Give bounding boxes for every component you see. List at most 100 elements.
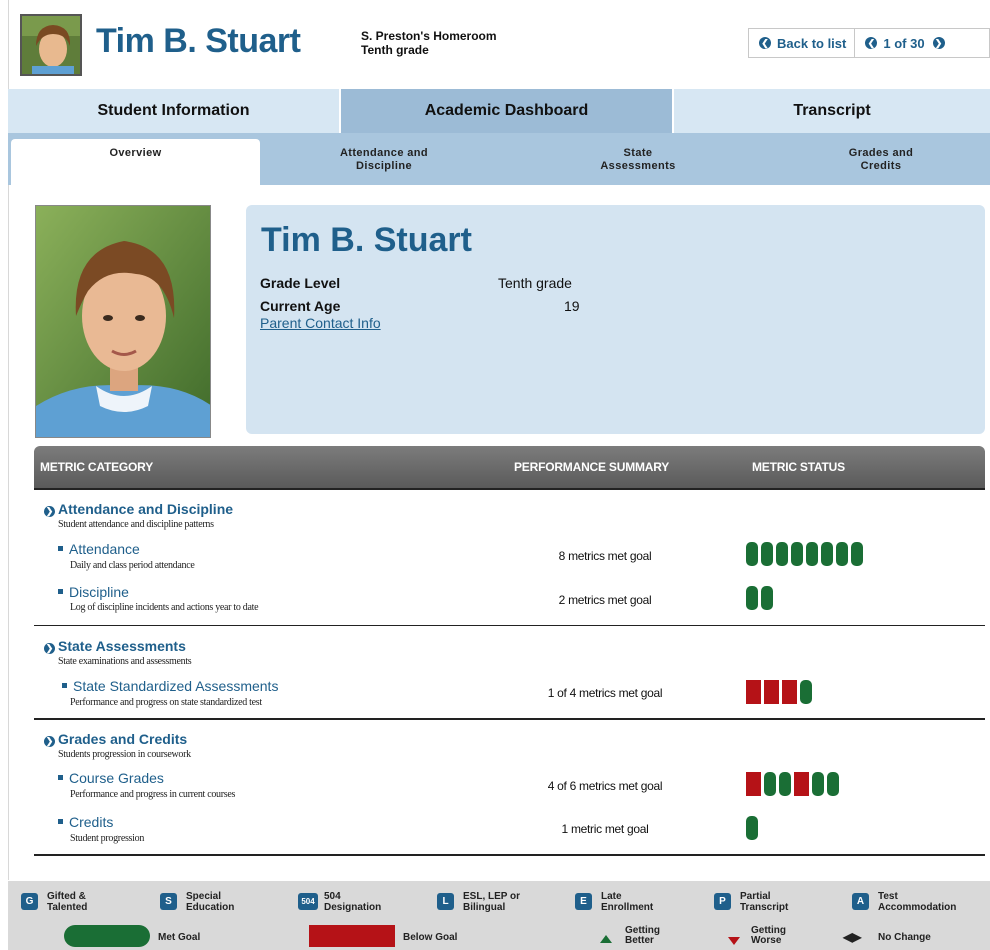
status-met (806, 542, 818, 566)
status-met (761, 586, 773, 610)
previous-record-icon[interactable]: ❮ (865, 37, 878, 49)
legend-line1: Partial (740, 891, 771, 902)
metric-summary: 2 metrics met goal (558, 593, 652, 607)
subtab-label-line2: Credits (860, 160, 902, 172)
legend-line1: ESL, LEP or (463, 891, 521, 902)
status-met (812, 772, 824, 796)
current-age-value: 19 (564, 298, 580, 314)
getting-better-label: Getting Better (625, 926, 660, 948)
grade-label: Tenth grade (361, 43, 429, 57)
main-tabs: Student Information Academic Dashboard T… (8, 89, 990, 133)
badge-l: L (437, 893, 454, 910)
next-record-icon[interactable]: ❯ (932, 37, 945, 49)
tab-academic-dashboard[interactable]: Academic Dashboard (341, 89, 674, 133)
status-met (791, 542, 803, 566)
badge-p: P (714, 893, 731, 910)
metric-table-header: METRIC CATEGORY PERFORMANCE SUMMARY METR… (34, 446, 985, 488)
tab-student-information[interactable]: Student Information (8, 89, 341, 133)
record-position: 1 of 30 (883, 35, 925, 51)
bullet-icon (58, 775, 63, 780)
metric-status-state-assessments[interactable] (746, 680, 812, 704)
status-met (746, 586, 758, 610)
table-divider (34, 488, 985, 490)
header-student-name: Tim B. Stuart (96, 22, 301, 60)
category-title: State Assessments (58, 638, 186, 654)
current-age-label: Current Age (260, 298, 341, 314)
category-attendance-discipline[interactable]: ❯ Attendance and Discipline (44, 501, 233, 517)
parent-contact-link[interactable]: Parent Contact Info (260, 315, 381, 331)
metric-description: Student progression (70, 833, 145, 844)
metric-status-discipline[interactable] (746, 586, 773, 610)
legend-line2: Enrollment (601, 902, 654, 913)
subtab-attendance-discipline[interactable]: Attendance and Discipline (264, 133, 504, 185)
subtab-grades-credits[interactable]: Grades and Credits (772, 133, 990, 185)
badge-e: E (575, 893, 592, 910)
homeroom-label: S. Preston's Homeroom (361, 29, 497, 43)
table-divider (34, 854, 985, 856)
no-change-icon: ◀▶ (843, 930, 862, 944)
bullet-icon (58, 819, 63, 824)
subtab-state-assessments[interactable]: State Assessments (518, 133, 758, 185)
metric-credits[interactable]: Credits (58, 814, 113, 830)
status-met (764, 772, 776, 796)
metric-title: Attendance (69, 541, 140, 557)
sub-tabs: Overview Attendance and Discipline State… (8, 133, 990, 185)
metric-description: Performance and progress on state standa… (70, 697, 262, 708)
metric-status-course-grades[interactable] (746, 772, 839, 796)
category-title: Grades and Credits (58, 731, 188, 747)
legend-line2: Designation (324, 902, 382, 913)
expand-icon: ❯ (44, 506, 55, 517)
metric-summary: 1 metric met goal (561, 822, 649, 836)
bullet-icon (58, 546, 63, 551)
subtab-overview[interactable]: Overview (11, 139, 260, 185)
student-thumbnail (20, 14, 82, 76)
getting-worse-icon (728, 937, 740, 945)
status-below (746, 680, 761, 704)
status-met (761, 542, 773, 566)
legend-line2: Worse (751, 935, 782, 946)
legend-line1: Late (601, 891, 622, 902)
metric-summary: 8 metrics met goal (558, 549, 652, 563)
status-met (821, 542, 833, 566)
status-met (776, 542, 788, 566)
status-met (746, 542, 758, 566)
below-goal-label: Below Goal (403, 932, 458, 943)
status-met (779, 772, 791, 796)
category-description: State examinations and assessments (58, 656, 192, 667)
metric-description: Daily and class period attendance (70, 560, 195, 571)
badge-s: S (160, 893, 177, 910)
legend-line1: Special (186, 891, 222, 902)
student-photo (35, 205, 211, 438)
badge-g: G (21, 893, 38, 910)
category-state-assessments[interactable]: ❯ State Assessments (44, 638, 186, 654)
met-goal-swatch (64, 925, 150, 947)
subtab-label-line1: Grades and (848, 147, 914, 159)
legend-line2: Transcript (740, 902, 789, 913)
category-grades-credits[interactable]: ❯ Grades and Credits (44, 731, 187, 747)
record-pager: ❮ 1 of 30 ❯ (855, 36, 952, 51)
metric-status-credits[interactable] (746, 816, 758, 840)
metric-summary: 1 of 4 metrics met goal (547, 686, 663, 700)
record-navigation: ❮ Back to list ❮ 1 of 30 ❯ (748, 28, 990, 58)
col-performance-summary: PERFORMANCE SUMMARY (514, 460, 670, 474)
metric-course-grades[interactable]: Course Grades (58, 770, 164, 786)
tab-transcript[interactable]: Transcript (674, 89, 990, 133)
subtab-label-line1: State (623, 147, 653, 159)
below-goal-swatch (309, 925, 395, 947)
legend-line1: Test (878, 891, 898, 902)
metric-title: Discipline (69, 584, 129, 600)
metric-attendance[interactable]: Attendance (58, 541, 140, 557)
col-metric-status: METRIC STATUS (752, 460, 845, 474)
metric-title: State Standardized Assessments (73, 678, 279, 694)
status-met (827, 772, 839, 796)
subtab-label-line2: Discipline (356, 160, 412, 172)
category-description: Students progression in coursework (58, 749, 191, 760)
legend-line2: Talented (47, 902, 88, 913)
metric-title: Credits (69, 814, 114, 830)
metric-discipline[interactable]: Discipline (58, 584, 129, 600)
metric-summary: 4 of 6 metrics met goal (547, 779, 663, 793)
legend: G Gifted & Talented S Special Education 50… (8, 881, 990, 950)
metric-state-standardized-assessments[interactable]: State Standardized Assessments (62, 678, 278, 694)
metric-status-attendance[interactable] (746, 542, 863, 566)
back-to-list-button[interactable]: ❮ Back to list (749, 29, 856, 57)
